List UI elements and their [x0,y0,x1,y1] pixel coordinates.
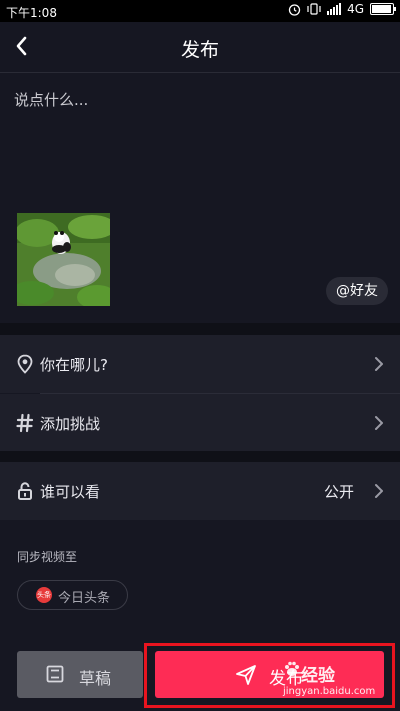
vibrate-icon [307,3,321,15]
status-bar: 下午1:08 4G [0,0,400,22]
location-row[interactable]: 你在哪儿? [0,335,400,393]
hash-icon [16,413,34,433]
chevron-right-icon [375,357,383,371]
video-thumbnail[interactable] [17,213,110,306]
privacy-label: 谁可以看 [40,483,101,501]
toutiao-sync-chip[interactable]: 头条 今日头条 [17,580,128,610]
toutiao-label: 今日头条 [58,591,111,606]
alarm-icon [288,3,301,16]
baidu-watermark: 经验 jingyan.baidu.com [283,656,393,702]
caption-placeholder[interactable]: 说点什么... [14,89,88,110]
panda-thumbnail-image [17,213,110,306]
challenge-row[interactable]: 添加挑战 [0,394,400,452]
draft-icon [46,665,64,683]
challenge-label: 添加挑战 [40,415,101,433]
top-bar: 发布 [0,22,400,73]
lock-icon [18,482,32,500]
signal-icon [327,3,342,15]
status-time: 下午1:08 [6,6,57,20]
privacy-value: 公开 [323,483,354,501]
battery-icon [370,3,396,15]
baidu-paw-icon [285,661,299,676]
chevron-right-icon [375,416,383,430]
section-divider [0,323,400,335]
status-icons: 4G [288,2,396,16]
location-label: 你在哪儿? [40,356,108,374]
mention-friends-button[interactable]: @好友 [326,277,388,305]
page-title: 发布 [180,39,219,61]
sync-section-title: 同步视频至 [17,550,78,564]
privacy-row[interactable]: 谁可以看 公开 [0,462,400,520]
draft-label: 草稿 [79,669,112,688]
watermark-text: 经验 [301,666,335,686]
save-draft-button[interactable]: 草稿 [17,651,143,698]
watermark-url: jingyan.baidu.com [283,686,376,697]
paper-plane-icon [236,665,256,685]
network-type: 4G [347,2,364,16]
chevron-right-icon [375,484,383,498]
caption-composer[interactable]: 说点什么... @好友 [0,73,400,323]
location-pin-icon [17,354,33,374]
section-divider [0,451,400,462]
toutiao-logo-icon: 头条 [36,587,52,603]
